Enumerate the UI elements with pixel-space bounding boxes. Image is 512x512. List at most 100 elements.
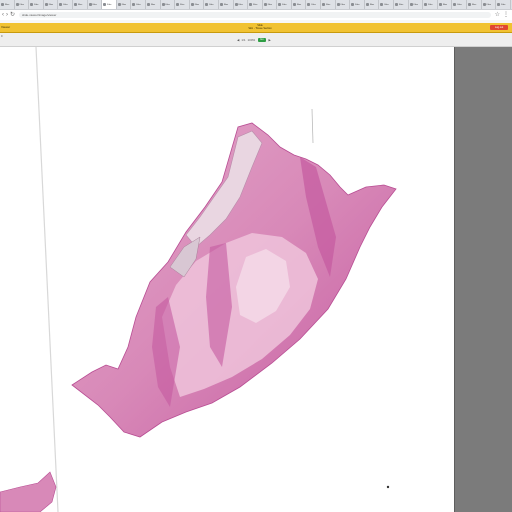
tab-favicon-icon bbox=[88, 3, 92, 6]
tab-title: Files bbox=[326, 3, 331, 6]
browser-tab[interactable]: Files bbox=[321, 0, 336, 9]
browser-tab[interactable]: Files bbox=[394, 0, 409, 9]
browser-tab[interactable]: Files bbox=[190, 0, 205, 9]
browser-tab[interactable]: Files bbox=[161, 0, 176, 9]
tab-favicon-icon bbox=[44, 3, 48, 6]
browser-tab[interactable]: Files bbox=[131, 0, 146, 9]
tab-favicon-icon bbox=[438, 3, 442, 6]
browser-tab[interactable]: Files bbox=[0, 0, 15, 9]
browser-tab[interactable]: Files bbox=[423, 0, 438, 9]
tab-favicon-icon bbox=[73, 3, 77, 6]
browser-tab[interactable]: Files bbox=[204, 0, 219, 9]
browser-tab[interactable]: Files bbox=[277, 0, 292, 9]
go-button[interactable]: Go bbox=[258, 37, 266, 42]
browser-tab[interactable]: Files bbox=[29, 0, 44, 9]
back-icon[interactable]: ‹ bbox=[2, 12, 4, 18]
slide-position: 1/1 bbox=[241, 37, 246, 42]
browser-tab[interactable]: Files bbox=[248, 0, 263, 9]
tab-title: Files bbox=[384, 3, 389, 6]
tab-title: Files bbox=[486, 3, 491, 6]
tab-title: Files bbox=[92, 3, 97, 6]
side-panel-edge bbox=[454, 47, 455, 512]
browser-tab[interactable]: Files bbox=[496, 0, 511, 9]
browser-tab[interactable]: Files bbox=[73, 0, 88, 9]
tab-title: Files bbox=[296, 3, 302, 6]
browser-tab[interactable]: Files bbox=[88, 0, 103, 9]
browser-tab[interactable]: Files bbox=[263, 0, 278, 9]
app-header: Viewer Slide Skin - Tissue Section Log o… bbox=[0, 23, 512, 33]
browser-tab[interactable]: Files bbox=[467, 0, 482, 9]
tab-title: Files bbox=[267, 3, 272, 6]
browser-tab[interactable]: Files bbox=[438, 0, 453, 9]
reload-icon[interactable]: ↻ bbox=[10, 12, 15, 18]
tab-favicon-icon bbox=[453, 3, 457, 6]
tab-favicon-icon bbox=[146, 3, 150, 6]
browser-tab[interactable]: Files bbox=[234, 0, 249, 9]
tab-title: Files bbox=[282, 3, 287, 6]
tab-favicon-icon bbox=[351, 3, 355, 6]
tab-favicon-icon bbox=[307, 3, 311, 6]
next-slide-icon[interactable]: ▶ bbox=[269, 38, 271, 42]
menu-icon[interactable]: ≡ bbox=[1, 34, 3, 38]
tab-title: Files bbox=[355, 3, 360, 6]
tab-favicon-icon bbox=[292, 3, 296, 6]
tab-title: Files bbox=[63, 3, 68, 6]
browser-tab[interactable]: Files bbox=[102, 0, 117, 9]
browser-tab[interactable]: Files bbox=[175, 0, 190, 9]
browser-menu-icon[interactable]: ⋮ bbox=[503, 12, 509, 18]
tab-favicon-icon bbox=[205, 3, 209, 6]
slide-viewport[interactable] bbox=[0, 47, 454, 512]
browser-tab[interactable]: Files bbox=[117, 0, 132, 9]
browser-tab[interactable]: Files bbox=[146, 0, 161, 9]
browser-tab[interactable]: Files bbox=[365, 0, 380, 9]
tab-favicon-icon bbox=[234, 3, 238, 6]
tab-title: Files bbox=[442, 3, 448, 6]
tab-title: Files bbox=[413, 3, 418, 6]
tab-favicon-icon bbox=[497, 3, 501, 6]
browser-tab[interactable]: Files bbox=[15, 0, 30, 9]
tab-title: Files bbox=[238, 3, 243, 6]
browser-tab[interactable]: Files bbox=[379, 0, 395, 9]
browser-tab[interactable]: Files bbox=[409, 0, 424, 9]
tab-favicon-icon bbox=[395, 3, 399, 6]
tissue-fragment bbox=[0, 471, 57, 512]
tab-title: Files bbox=[194, 3, 199, 6]
tab-title: Files bbox=[311, 3, 316, 6]
tab-title: Files bbox=[5, 3, 10, 6]
app-logo[interactable]: Viewer bbox=[1, 25, 10, 29]
browser-tab[interactable]: Files bbox=[292, 0, 307, 9]
tab-title: Files bbox=[150, 3, 156, 6]
forward-icon[interactable]: › bbox=[6, 12, 8, 18]
tab-title: Files bbox=[457, 3, 462, 6]
prev-slide-icon[interactable]: ◀ bbox=[237, 38, 239, 42]
browser-tab[interactable]: Files bbox=[482, 0, 497, 9]
tab-favicon-icon bbox=[30, 3, 34, 6]
tab-favicon-icon bbox=[380, 3, 384, 6]
debris-dot bbox=[386, 485, 390, 489]
url-field[interactable]: slide-viewer/image/viewer bbox=[19, 12, 491, 18]
slide-caption-subtitle: Skin - Tissue Section bbox=[248, 27, 272, 30]
tab-title: Files bbox=[428, 3, 433, 6]
tab-favicon-icon bbox=[336, 3, 340, 6]
browser-tab[interactable]: Files bbox=[336, 0, 351, 9]
tab-title: Files bbox=[253, 3, 258, 6]
browser-tab[interactable]: Files bbox=[219, 0, 234, 9]
logout-button[interactable]: Log out bbox=[490, 25, 508, 30]
tab-title: Files bbox=[501, 3, 506, 6]
zoom-readout: 100% bbox=[247, 37, 256, 42]
tab-title: Files bbox=[165, 3, 170, 6]
tab-favicon-icon bbox=[15, 3, 19, 6]
tab-title: Files bbox=[136, 3, 141, 6]
tab-favicon-icon bbox=[263, 3, 267, 6]
star-icon[interactable]: ☆ bbox=[495, 12, 500, 18]
tab-favicon-icon bbox=[190, 3, 194, 6]
browser-tab[interactable]: Files bbox=[306, 0, 322, 9]
browser-tab[interactable]: Files bbox=[452, 0, 467, 9]
tab-title: Files bbox=[19, 3, 24, 6]
browser-tab[interactable]: Files bbox=[44, 0, 59, 9]
tab-favicon-icon bbox=[103, 3, 107, 6]
tab-favicon-icon bbox=[482, 3, 486, 6]
browser-tab[interactable]: Files bbox=[58, 0, 73, 9]
tissue-image bbox=[0, 47, 397, 512]
browser-tab[interactable]: Files bbox=[350, 0, 365, 9]
